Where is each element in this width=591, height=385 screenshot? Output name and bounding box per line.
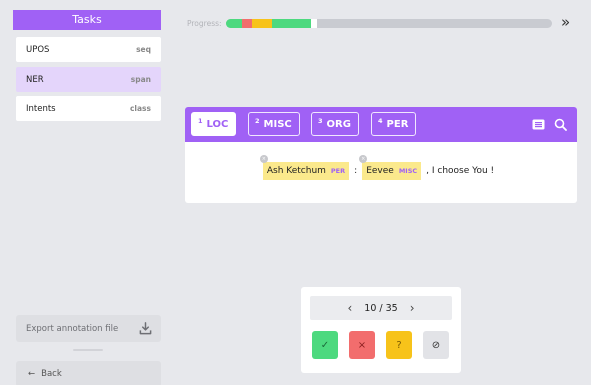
label-key: 4 [378, 117, 383, 125]
task-name: Intents [26, 103, 56, 114]
sidebar-title: Tasks [13, 10, 161, 30]
entity-span-misc[interactable]: × Eevee MISC [359, 155, 422, 180]
back-label: Back [41, 369, 62, 379]
task-item-ner[interactable]: NER span [16, 67, 161, 92]
progress-label: Progress: [187, 19, 222, 28]
page-position: 10 / 35 [364, 302, 398, 314]
search-icon[interactable] [554, 118, 567, 131]
check-icon: ✓ [320, 339, 330, 351]
remove-entity-icon[interactable]: × [259, 155, 268, 163]
ignore-button[interactable]: ⊘ [423, 331, 449, 359]
entity-text: Eevee [366, 166, 394, 176]
progress-segment-current [310, 19, 318, 28]
list-icon[interactable] [532, 118, 545, 131]
label-button-misc[interactable]: 2 MISC [248, 112, 300, 136]
ban-icon: ⊘ [431, 339, 441, 351]
label-toolbar: 1 LOC 2 MISC 3 ORG 4 PER [185, 107, 577, 142]
task-sidebar: Tasks UPOS seq NER span Intents class Ex… [13, 10, 161, 385]
label-name: LOC [206, 118, 229, 130]
annotation-card: 1 LOC 2 MISC 3 ORG 4 PER × Ash Ketchum PER : [185, 107, 577, 203]
reject-button[interactable]: × [349, 331, 375, 359]
label-key: 3 [318, 117, 323, 125]
label-button-loc[interactable]: 1 LOC [191, 112, 237, 136]
previous-icon[interactable]: ‹ [347, 301, 352, 315]
label-button-org[interactable]: 3 ORG [311, 112, 359, 136]
progress-bar [226, 19, 552, 28]
task-type: span [130, 75, 151, 84]
cross-icon: × [357, 339, 367, 351]
label-name: PER [386, 118, 409, 130]
back-arrow-icon: ← [28, 369, 36, 379]
progress-segment-rejected [242, 19, 253, 28]
label-name: ORG [326, 118, 351, 130]
entity-tag: PER [330, 167, 346, 175]
label-name: MISC [263, 118, 292, 130]
download-icon [139, 322, 152, 335]
entity-span-per[interactable]: × Ash Ketchum PER [259, 155, 350, 180]
export-annotation-button[interactable]: Export annotation file [16, 315, 161, 342]
task-name: UPOS [26, 44, 50, 55]
pager: ‹ 10 / 35 › [310, 296, 452, 320]
token[interactable]: , I choose You ! [421, 166, 499, 176]
task-name: NER [26, 74, 44, 85]
task-type: seq [136, 45, 151, 54]
entity-tag: MISC [398, 167, 418, 175]
next-icon[interactable]: › [410, 301, 415, 315]
label-button-per[interactable]: 4 PER [371, 112, 417, 136]
progress-segment-accepted [271, 19, 311, 28]
expand-icon[interactable]: » [561, 14, 570, 31]
back-button[interactable]: ← Back [16, 361, 161, 385]
progress-segment-skipped [252, 19, 272, 28]
task-item-upos[interactable]: UPOS seq [16, 37, 161, 62]
accept-button[interactable]: ✓ [312, 331, 338, 359]
task-item-intents[interactable]: Intents class [16, 96, 161, 121]
navigation-card: ‹ 10 / 35 › ✓ × ? ⊘ [301, 287, 461, 373]
token[interactable]: : [349, 166, 362, 176]
unsure-button[interactable]: ? [386, 331, 412, 359]
remove-entity-icon[interactable]: × [359, 155, 368, 163]
label-key: 1 [198, 117, 203, 125]
entity-text: Ash Ketchum [266, 166, 326, 176]
annotated-sentence: × Ash Ketchum PER : × Eevee MISC , I cho… [185, 155, 577, 180]
question-icon: ? [396, 339, 402, 351]
label-key: 2 [255, 117, 260, 125]
task-type: class [129, 104, 151, 113]
sidebar-divider [73, 349, 103, 351]
progress-segment-accepted [226, 19, 243, 28]
export-label: Export annotation file [26, 323, 119, 334]
